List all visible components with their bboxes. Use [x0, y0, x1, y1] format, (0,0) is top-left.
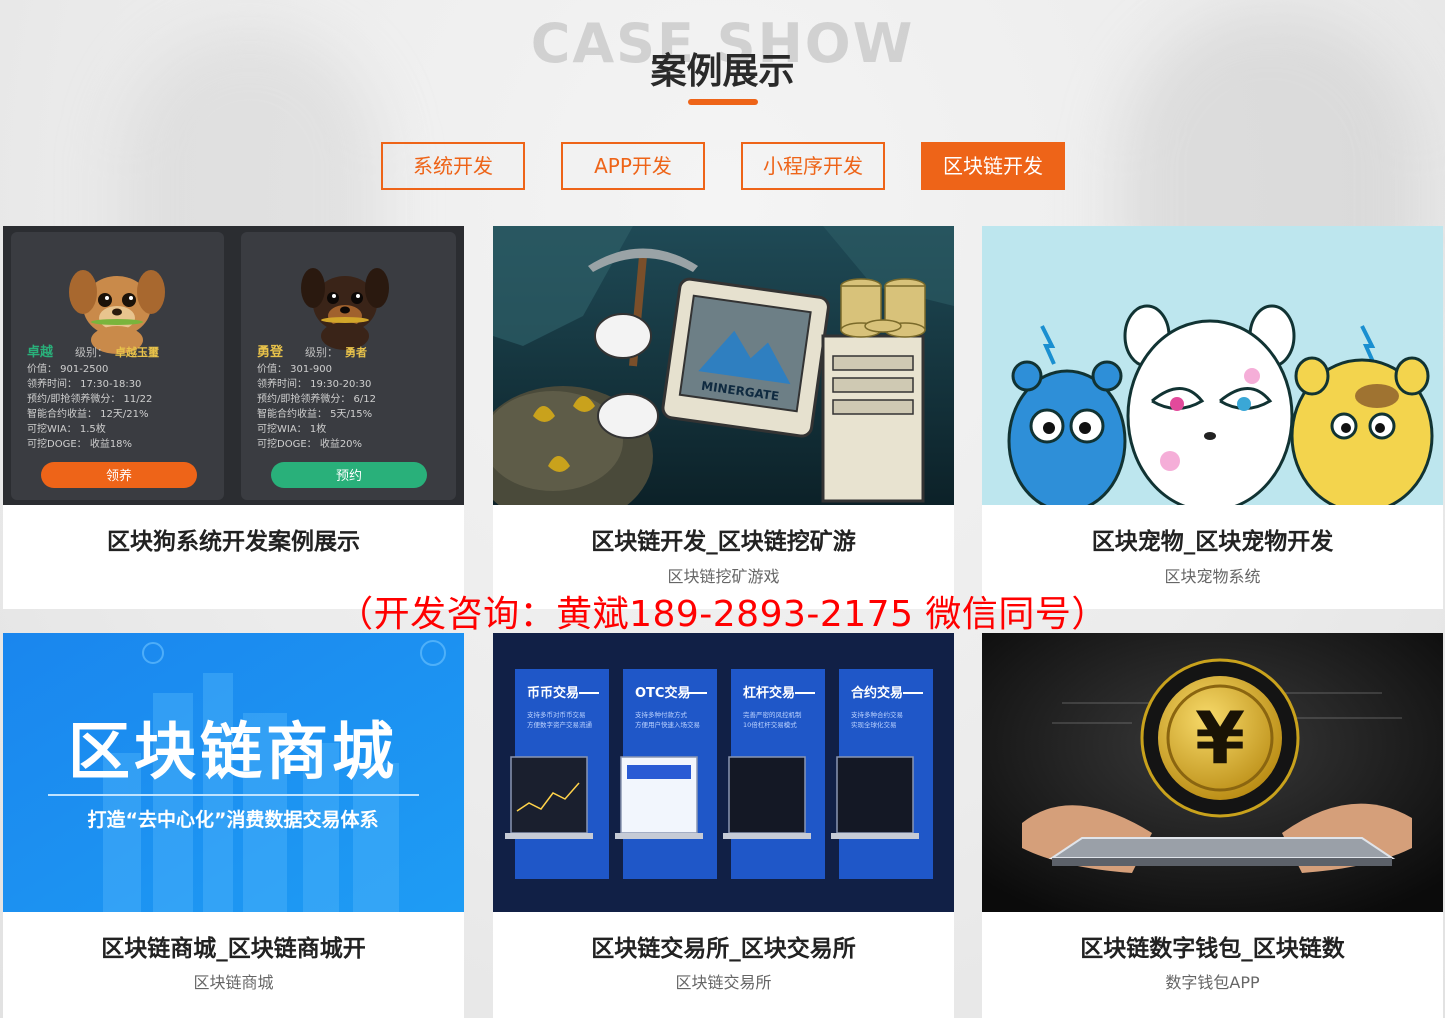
case-card-block-dog[interactable]: 卓越 级别： 卓越玉璽 价值： 901-2500 领养时间： 17:30-18:… — [3, 226, 464, 609]
dog-2-level-label: 级别： — [305, 346, 338, 359]
exchange-panel-label: OTC交易 — [635, 685, 690, 701]
dog-2-stat: 价值： 301-900 — [257, 362, 332, 375]
mall-headline: 区块链商城 — [68, 715, 398, 788]
exchange-panel-line: 10倍杠杆交易模式 — [743, 720, 797, 729]
consultation-contact: （开发咨询：黄斌189-2893-2175 微信同号） — [337, 594, 1108, 635]
title-underline — [688, 99, 758, 105]
exchange-panel-line: 完善严密的风控机制 — [743, 710, 802, 719]
block-dog-illustration: 卓越 级别： 卓越玉璽 价值： 901-2500 领养时间： 17:30-18:… — [11, 232, 456, 500]
dog-1-stat: 领养时间： 17:30-18:30 — [27, 377, 141, 390]
dog-2-stat: 可挖DOGE： 收益20% — [257, 437, 362, 450]
dog-2-stat: 智能合约收益： 5天/15% — [257, 407, 372, 420]
dog-2-stat: 可挖WIA： 1枚 — [257, 422, 326, 435]
card-title: 区块宠物_区块宠物开发 — [1091, 529, 1334, 555]
mall-tagline: 打造“去中心化”消费数据交易体系 — [88, 808, 379, 831]
tab-system-dev[interactable]: 系统开发 — [381, 142, 525, 190]
tab-app-dev[interactable]: APP开发 — [561, 142, 705, 190]
reserve-button-label: 预约 — [336, 469, 362, 484]
dog-1-stat: 预约/即抢领养微分： 11/22 — [27, 392, 152, 405]
card-subtitle: 区块宠物系统 — [1164, 567, 1261, 586]
card-image-block-pet — [982, 226, 1443, 505]
yellow-pet-icon — [1290, 356, 1434, 505]
exchange-illustration: 币币交易 支持多币对币币交易 方便数字资产交易流通 OTC交易 支持多种付款方式… — [493, 633, 954, 912]
dog-2-level: 勇者 — [345, 345, 367, 359]
white-rabbit-icon — [1123, 304, 1296, 505]
wallet-illustration: ¥ — [982, 633, 1443, 912]
card-image-block-dog: 卓越 级别： 卓越玉璽 价值： 901-2500 领养时间： 17:30-18:… — [3, 226, 464, 505]
exchange-panel-line: 支持多种付款方式 — [635, 710, 688, 719]
case-card-block-pet[interactable]: 区块宠物_区块宠物开发 区块宠物系统 — [982, 226, 1443, 609]
card-title: 区块链数字钱包_区块链数 — [1080, 936, 1345, 962]
exchange-panel-line: 方便数字资产交易流通 — [527, 720, 593, 729]
case-card-mining-game[interactable]: MINERGATE 区块链开发_区块链挖矿游 区块链挖矿游戏 — [493, 226, 954, 609]
case-card-blockchain-mall[interactable]: 区块链商城 打造“去中心化”消费数据交易体系 区块链商城_区块链商城开 区块链商… — [3, 633, 464, 1018]
exchange-panel-label: 币币交易 — [527, 685, 579, 701]
dog-1-stat: 智能合约收益： 12天/21% — [27, 407, 149, 420]
dog-1-name: 卓越 — [27, 344, 54, 360]
case-card-blockchain-exchange[interactable]: 币币交易 支持多币对币币交易 方便数字资产交易流通 OTC交易 支持多种付款方式… — [493, 633, 954, 1018]
exchange-panel-line: 方便用户快速入场交易 — [635, 720, 700, 729]
blue-pet-icon — [1007, 360, 1127, 505]
card-title: 区块链交易所_区块交易所 — [591, 936, 856, 962]
card-image-blockchain-exchange: 币币交易 支持多币对币币交易 方便数字资产交易流通 OTC交易 支持多种付款方式… — [493, 633, 954, 912]
yuan-symbol: ¥ — [1195, 696, 1245, 780]
dog-2-stat: 预约/即抢领养微分： 6/12 — [257, 392, 376, 405]
exchange-panel-line: 实现全球化交易 — [851, 720, 897, 729]
section-title: 案例展示 — [650, 51, 795, 92]
dog-2-stat: 领养时间： 19:30-20:30 — [257, 377, 371, 390]
mining-illustration: MINERGATE — [493, 226, 954, 505]
tab-blockchain-dev[interactable]: 区块链开发 — [921, 142, 1065, 190]
card-subtitle: 区块链商城 — [193, 973, 274, 992]
card-title: 区块狗系统开发案例展示 — [107, 529, 360, 555]
card-title: 区块链开发_区块链挖矿游 — [591, 529, 856, 555]
card-subtitle: 区块链交易所 — [675, 973, 772, 992]
card-image-blockchain-mall: 区块链商城 打造“去中心化”消费数据交易体系 — [3, 633, 464, 912]
dog-1-level-label: 级别： — [75, 346, 108, 359]
dog-1-stat: 可挖WIA： 1.5枚 — [27, 422, 106, 435]
dog-1-level: 卓越玉璽 — [115, 345, 159, 359]
exchange-panel-label: 杠杆交易 — [743, 685, 795, 701]
card-subtitle: 区块链挖矿游戏 — [667, 567, 780, 586]
dog-1-stat: 价值： 901-2500 — [27, 362, 108, 375]
card-subtitle: 数字钱包APP — [1165, 973, 1260, 992]
dog-2-name: 勇登 — [257, 344, 284, 360]
exchange-panel-line: 支持多种合约交易 — [851, 710, 903, 719]
exchange-panel-label: 合约交易 — [851, 685, 903, 701]
mall-illustration: 区块链商城 打造“去中心化”消费数据交易体系 — [3, 633, 464, 912]
card-title: 区块链商城_区块链商城开 — [101, 936, 366, 962]
dog-1-stat: 可挖DOGE： 收益18% — [27, 437, 132, 450]
card-image-mining-game: MINERGATE — [493, 226, 954, 505]
case-card-digital-wallet[interactable]: ¥ 区块链数字钱包_区块链数 数字钱包APP — [982, 633, 1443, 1018]
adopt-button-label: 领养 — [106, 468, 132, 484]
tab-miniprogram-dev[interactable]: 小程序开发 — [741, 142, 885, 190]
pets-illustration — [982, 226, 1443, 505]
exchange-panel-line: 支持多币对币币交易 — [527, 710, 586, 719]
card-image-digital-wallet: ¥ — [982, 633, 1443, 912]
